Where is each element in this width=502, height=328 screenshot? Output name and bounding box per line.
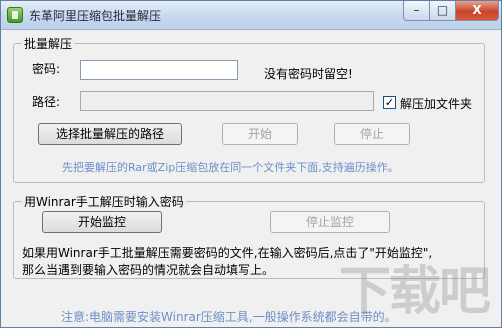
minimize-button[interactable]: –: [403, 1, 430, 21]
stop-monitor-button[interactable]: 停止监控: [270, 211, 390, 233]
watermark-text: 下载吧: [338, 262, 491, 322]
maximize-button[interactable]: □: [429, 1, 456, 21]
watermark-logo: 下载吧: [339, 241, 495, 323]
no-password-hint: 没有密码时留空!: [264, 67, 353, 81]
main-window: 东革阿里压缩包批量解压 – □ X 批量解压 密码: 没有密码时留空! 路径: …: [0, 0, 502, 328]
close-button[interactable]: X: [455, 1, 499, 21]
start-button[interactable]: 开始: [222, 123, 298, 145]
select-path-button[interactable]: 选择批量解压的路径: [38, 123, 182, 145]
window-title: 东革阿里压缩包批量解压: [29, 9, 162, 23]
password-label: 密码:: [32, 62, 61, 76]
start-monitor-button[interactable]: 开始监控: [42, 211, 162, 233]
title-bar[interactable]: 东革阿里压缩包批量解压 – □ X: [1, 1, 501, 30]
password-input[interactable]: [80, 60, 238, 80]
monitor-description-line2: 那么当遇到要输入密码的情况就会自动填写上。: [22, 263, 275, 277]
path-label: 路径:: [32, 95, 61, 109]
minimize-icon: –: [413, 3, 420, 17]
app-icon: [7, 7, 23, 23]
maximize-icon: □: [436, 3, 449, 17]
stop-button[interactable]: 停止: [334, 123, 410, 145]
batch-extract-legend: 批量解压: [22, 35, 75, 52]
close-icon: X: [472, 3, 482, 17]
extract-to-folder-label: 解压加文件夹: [400, 97, 473, 111]
batch-extract-group: 批量解压 密码: 没有密码时留空! 路径: ✓ 解压加文件夹 选择批量解压的路径…: [13, 35, 485, 183]
path-input[interactable]: [80, 91, 374, 111]
batch-hint-text: 先把要解压的Rar或Zip压缩包放在同一个文件夹下面,支持遍历操作。: [62, 161, 399, 174]
monitor-legend: 用Winrar手工解压时输入密码: [22, 193, 186, 210]
extract-to-folder-checkbox[interactable]: ✓: [383, 96, 396, 109]
